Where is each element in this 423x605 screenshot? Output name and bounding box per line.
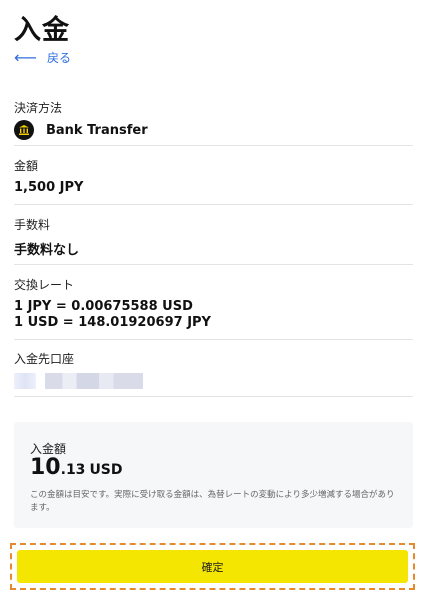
exchange-rate-jpy-usd: 1 JPY = 0.00675588 USD [14, 299, 193, 314]
masked-bank-code [14, 373, 36, 389]
deposit-amount-integer: 10 [30, 455, 61, 480]
estimate-note: この金額は目安です。実際に受け取る金額は、為替レートの変動により多少増減する場合… [30, 490, 395, 513]
bank-icon [14, 120, 34, 140]
exchange-rate-usd-jpy: 1 USD = 148.01920697 JPY [14, 315, 211, 330]
destination-account-label: 入金先口座 [14, 352, 75, 366]
back-label: 戻る [46, 51, 71, 65]
exchange-rate-label: 交換レート [14, 278, 75, 292]
deposit-page: 入金 ⟵ 戻る 決済方法 Bank Transfer 金額 1,500 JPY [0, 0, 423, 605]
deposit-amount-currency: USD [89, 462, 123, 478]
fee-label: 手数料 [14, 218, 51, 232]
confirm-button[interactable]: 確定 [17, 550, 408, 583]
payment-method-label: 決済方法 [14, 101, 63, 115]
divider [14, 204, 413, 205]
amount-value: 1,500 JPY [14, 180, 84, 195]
confirm-highlight: 確定 [10, 543, 415, 590]
payment-method-section: 決済方法 Bank Transfer [14, 99, 413, 140]
page-title: 入金 [14, 15, 70, 46]
back-link[interactable]: ⟵ 戻る [14, 49, 71, 66]
amount-label: 金額 [14, 159, 39, 173]
divider [14, 396, 413, 397]
arrow-left-icon: ⟵ [14, 47, 37, 67]
masked-account-digits [45, 373, 143, 389]
divider [14, 339, 413, 340]
exchange-rate-section: 交換レート 1 JPY = 0.00675588 USD 1 USD = 148… [14, 276, 413, 331]
deposit-summary-panel: 入金額 10.13 USD この金額は目安です。実際に受け取る金額は、為替レートの… [14, 422, 413, 528]
deposit-amount-decimal: .13 [60, 462, 86, 478]
masked-account-number [14, 373, 413, 389]
amount-section: 金額 1,500 JPY [14, 157, 413, 195]
payment-method-value: Bank Transfer [46, 122, 148, 138]
destination-account-section: 入金先口座 [14, 350, 413, 389]
fee-section: 手数料 手数料なし [14, 216, 413, 258]
fee-value: 手数料なし [14, 243, 80, 258]
divider [14, 264, 413, 265]
divider [14, 145, 413, 146]
deposit-amount-value: 10.13 USD [30, 455, 123, 480]
